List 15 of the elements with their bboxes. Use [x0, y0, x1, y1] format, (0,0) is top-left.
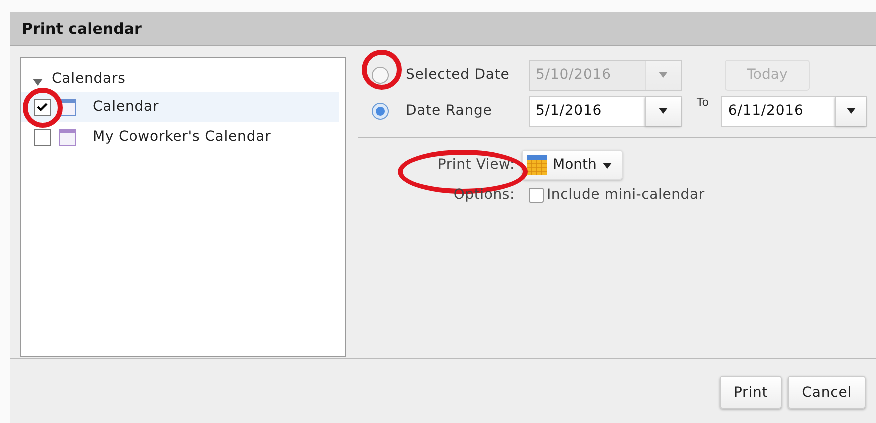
window-title: Print calendar: [10, 12, 876, 46]
tree-header: Calendars: [52, 71, 126, 87]
checkbox-label: Include mini-calendar: [547, 187, 705, 203]
calendar-item[interactable]: My Coworker's Calendar: [21, 122, 339, 152]
dialog-button[interactable]: Cancel: [788, 376, 866, 409]
view-dropdown[interactable]: Month: [522, 150, 623, 180]
date-dropdown[interactable]: 6/11/2016: [721, 96, 868, 126]
field-label: Print View:: [438, 157, 515, 173]
dialog-button[interactable]: Print: [720, 376, 782, 409]
field-label: Options:: [454, 187, 515, 203]
radio-label: Selected Date: [406, 67, 511, 83]
calendar-item[interactable]: Calendar: [21, 92, 339, 122]
radio-label: Date Range: [406, 103, 494, 119]
to-label: To: [697, 96, 710, 109]
date-dropdown[interactable]: 5/1/2016: [529, 96, 682, 126]
